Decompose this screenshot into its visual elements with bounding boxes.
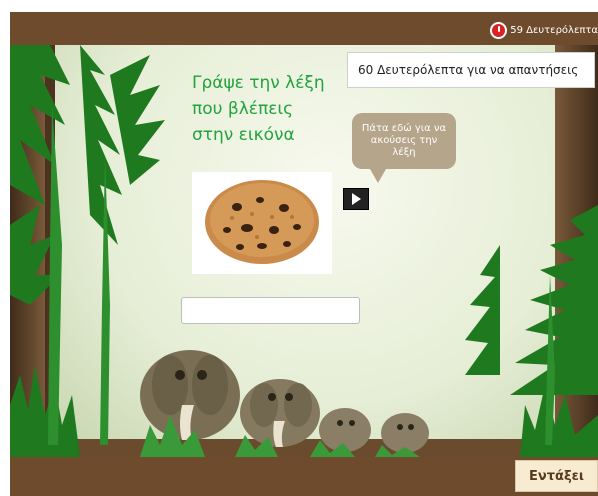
bottom-bar: Εντάξει bbox=[10, 457, 598, 496]
top-strip bbox=[0, 0, 598, 12]
play-audio-button[interactable] bbox=[343, 188, 369, 210]
top-bar: 59 Δευτερόλεπτα bbox=[10, 12, 598, 45]
audio-hint-bubble-tail bbox=[370, 169, 386, 183]
answer-input[interactable] bbox=[181, 297, 360, 324]
time-limit-tooltip: 60 Δευτερόλεπτα για να απαντήσεις bbox=[347, 52, 595, 88]
instruction-title: Γράψε την λέξη που βλέπεις στην εικόνα bbox=[192, 73, 325, 145]
timer-text: 59 Δευτερόλεπτα bbox=[510, 24, 598, 36]
audio-hint-text: Πάτα εδώ για να ακούσεις την λέξη bbox=[361, 123, 447, 158]
stopwatch-icon bbox=[490, 21, 508, 39]
cookie-image bbox=[205, 180, 319, 264]
ok-button[interactable]: Εντάξει bbox=[515, 460, 598, 492]
tooltip-text: 60 Δευτερόλεπτα για να απαντήσεις bbox=[358, 63, 579, 77]
play-icon bbox=[352, 193, 361, 205]
word-picture bbox=[192, 172, 332, 274]
audio-hint-bubble: Πάτα εδώ για να ακούσεις την λέξη bbox=[352, 113, 456, 169]
countdown-timer: 59 Δευτερόλεπτα bbox=[490, 20, 598, 40]
